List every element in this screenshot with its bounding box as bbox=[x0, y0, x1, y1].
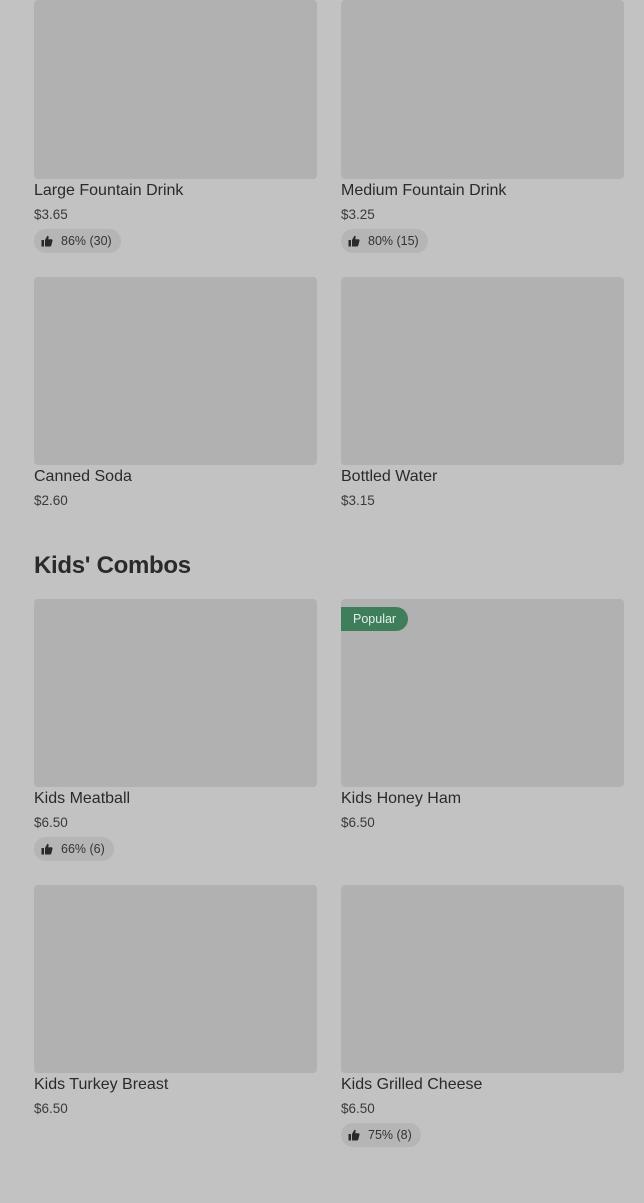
item-price: $3.25 bbox=[341, 207, 375, 222]
item-name: Large Fountain Drink bbox=[34, 182, 184, 199]
item-price: $3.15 bbox=[341, 493, 375, 508]
rating-text: 66% (6) bbox=[61, 842, 105, 856]
item-name: Bottled Water bbox=[341, 468, 438, 485]
item-name: Canned Soda bbox=[34, 468, 132, 485]
rating-badge: 66% (6) bbox=[34, 837, 114, 861]
menu-item-card[interactable]: Kids Meatball $6.50 66% (6) bbox=[34, 599, 317, 864]
item-name: Kids Honey Ham bbox=[341, 790, 462, 807]
section-title-kids-combos: Kids' Combos bbox=[34, 552, 191, 579]
item-image[interactable] bbox=[341, 885, 624, 1073]
item-image[interactable] bbox=[341, 277, 624, 465]
item-image[interactable] bbox=[341, 0, 624, 179]
thumbs-up-icon bbox=[348, 235, 360, 247]
rating-badge: 80% (15) bbox=[341, 229, 428, 253]
menu-item-card[interactable]: Large Fountain Drink $3.65 86% (30) bbox=[34, 0, 317, 260]
thumbs-up-icon bbox=[41, 235, 53, 247]
item-name: Medium Fountain Drink bbox=[341, 182, 507, 199]
menu-item-card[interactable]: Kids Grilled Cheese $6.50 75% (8) bbox=[341, 885, 624, 1150]
menu-item-card[interactable]: Bottled Water $3.15 bbox=[341, 277, 624, 517]
item-image[interactable] bbox=[34, 885, 317, 1073]
menu-item-card[interactable]: Kids Turkey Breast $6.50 bbox=[34, 885, 317, 1150]
rating-text: 75% (8) bbox=[368, 1128, 412, 1142]
item-image[interactable] bbox=[34, 599, 317, 787]
thumbs-up-icon bbox=[41, 843, 53, 855]
thumbs-up-icon bbox=[348, 1129, 360, 1141]
item-price: $6.50 bbox=[34, 815, 68, 830]
item-name: Kids Turkey Breast bbox=[34, 1076, 169, 1093]
item-price: $2.60 bbox=[34, 493, 68, 508]
item-price: $6.50 bbox=[341, 815, 375, 830]
item-name: Kids Meatball bbox=[34, 790, 131, 807]
item-image[interactable] bbox=[34, 277, 317, 465]
rating-text: 86% (30) bbox=[61, 234, 112, 248]
rating-badge: 86% (30) bbox=[34, 229, 121, 253]
popular-badge: Popular bbox=[341, 607, 409, 631]
menu-item-card[interactable]: Canned Soda $2.60 bbox=[34, 277, 317, 517]
item-name: Kids Grilled Cheese bbox=[341, 1076, 483, 1093]
item-image[interactable] bbox=[34, 0, 317, 179]
rating-text: 80% (15) bbox=[368, 234, 419, 248]
item-price: $6.50 bbox=[341, 1101, 375, 1116]
item-price: $6.50 bbox=[34, 1101, 68, 1116]
item-price: $3.65 bbox=[34, 207, 68, 222]
menu-item-card[interactable]: Popular Kids Honey Ham $6.50 bbox=[341, 599, 624, 864]
rating-badge: 75% (8) bbox=[341, 1123, 421, 1147]
menu-item-card[interactable]: Medium Fountain Drink $3.25 80% (15) bbox=[341, 0, 624, 260]
